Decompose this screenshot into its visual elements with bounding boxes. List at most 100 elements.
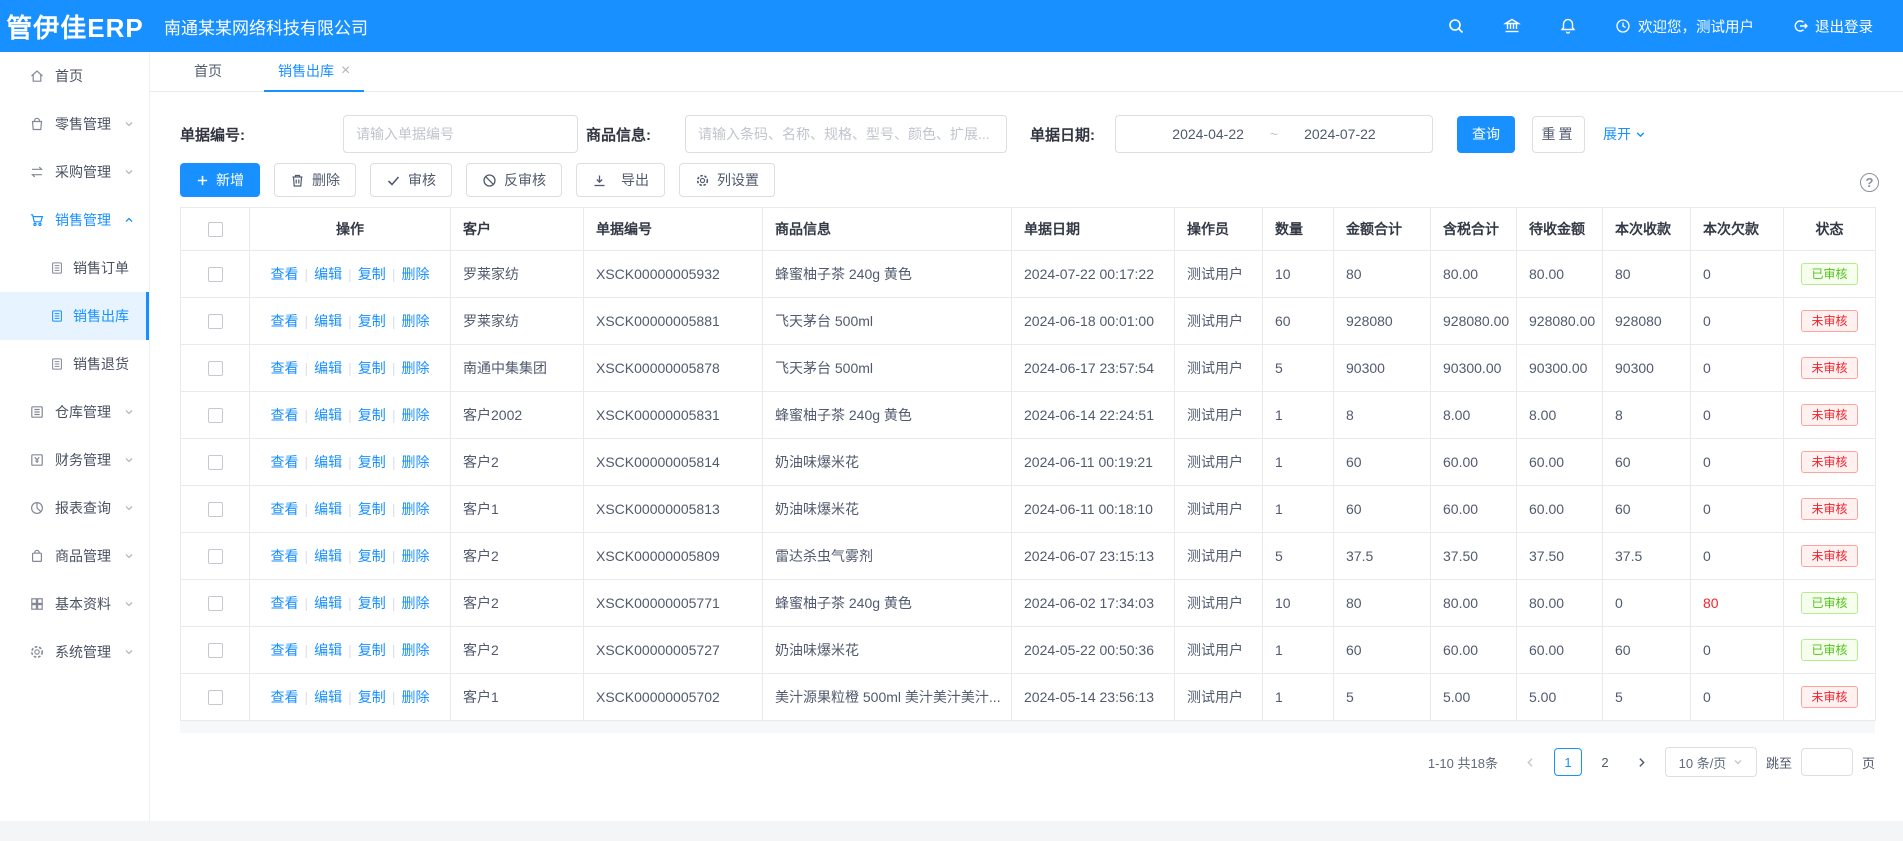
app-logo[interactable]: 管伊佳ERP — [0, 8, 150, 45]
page-1-button[interactable]: 1 — [1554, 748, 1582, 776]
view-link[interactable]: 查看 — [271, 360, 299, 376]
edit-link[interactable]: 编辑 — [314, 266, 342, 282]
sidebar-item-4[interactable]: 仓库管理 — [0, 388, 149, 436]
jump-input[interactable] — [1801, 748, 1853, 776]
view-link[interactable]: 查看 — [271, 689, 299, 705]
select-all-checkbox[interactable] — [208, 222, 223, 237]
goods-icon — [29, 548, 45, 564]
edit-link[interactable]: 编辑 — [314, 360, 342, 376]
tab-home[interactable]: 首页 — [194, 51, 222, 91]
sidebar-item-6[interactable]: 报表查询 — [0, 484, 149, 532]
search-icon[interactable] — [1447, 17, 1465, 35]
edit-link[interactable]: 编辑 — [314, 454, 342, 470]
delete-link[interactable]: 删除 — [401, 407, 429, 423]
horizontal-scrollbar[interactable] — [180, 721, 1875, 733]
logout-button[interactable]: 退出登录 — [1792, 16, 1873, 37]
delete-link[interactable]: 删除 — [401, 642, 429, 658]
view-link[interactable]: 查看 — [271, 642, 299, 658]
copy-link[interactable]: 复制 — [358, 642, 386, 658]
bill-no-input[interactable] — [343, 115, 578, 153]
edit-link[interactable]: 编辑 — [314, 548, 342, 564]
edit-link[interactable]: 编辑 — [314, 407, 342, 423]
main-content: 首页 销售出库 × 单据编号: 商品信息: 单据日期: 2024-04-22 ~… — [150, 52, 1903, 841]
cell-qty: 1 — [1263, 674, 1334, 721]
audit-button[interactable]: 审核 — [370, 163, 452, 197]
row-checkbox[interactable] — [208, 502, 223, 517]
prev-page-button[interactable] — [1517, 748, 1545, 776]
welcome-user[interactable]: 欢迎您，测试用户 — [1615, 16, 1754, 37]
view-link[interactable]: 查看 — [271, 266, 299, 282]
row-checkbox[interactable] — [208, 596, 223, 611]
edit-link[interactable]: 编辑 — [314, 689, 342, 705]
row-checkbox[interactable] — [208, 408, 223, 423]
copy-link[interactable]: 复制 — [358, 548, 386, 564]
date-range-picker[interactable]: 2024-04-22 ~ 2024-07-22 — [1115, 115, 1433, 153]
view-link[interactable]: 查看 — [271, 313, 299, 329]
delete-link[interactable]: 删除 — [401, 360, 429, 376]
delete-link[interactable]: 删除 — [401, 548, 429, 564]
copy-link[interactable]: 复制 — [358, 501, 386, 517]
reset-button[interactable]: 重置 — [1532, 116, 1585, 153]
edit-link[interactable]: 编辑 — [314, 595, 342, 611]
row-checkbox[interactable] — [208, 690, 223, 705]
edit-link[interactable]: 编辑 — [314, 313, 342, 329]
add-button[interactable]: 新增 — [180, 163, 260, 197]
row-checkbox[interactable] — [208, 643, 223, 658]
end-date[interactable]: 2024-07-22 — [1304, 126, 1376, 142]
delete-link[interactable]: 删除 — [401, 454, 429, 470]
column-settings-button[interactable]: 列设置 — [679, 163, 775, 197]
page-2-button[interactable]: 2 — [1591, 748, 1619, 776]
export-button[interactable]: 导出 — [576, 163, 665, 197]
sidebar-item-3[interactable]: 销售管理 — [0, 196, 149, 244]
copy-link[interactable]: 复制 — [358, 407, 386, 423]
next-page-button[interactable] — [1628, 748, 1656, 776]
view-link[interactable]: 查看 — [271, 407, 299, 423]
view-link[interactable]: 查看 — [271, 548, 299, 564]
view-link[interactable]: 查看 — [271, 454, 299, 470]
cell-date: 2024-06-11 00:18:10 — [1012, 486, 1175, 533]
row-checkbox[interactable] — [208, 549, 223, 564]
delete-link[interactable]: 删除 — [401, 501, 429, 517]
sidebar-item-8[interactable]: 基本资料 — [0, 580, 149, 628]
sidebar-subitem-1[interactable]: 销售出库 — [0, 292, 149, 340]
product-info-input[interactable] — [685, 115, 1007, 153]
bell-icon[interactable] — [1559, 17, 1577, 35]
sidebar-item-9[interactable]: 系统管理 — [0, 628, 149, 676]
sidebar-item-2[interactable]: 采购管理 — [0, 148, 149, 196]
row-checkbox[interactable] — [208, 361, 223, 376]
row-checkbox[interactable] — [208, 267, 223, 282]
delete-link[interactable]: 删除 — [401, 689, 429, 705]
sidebar-item-5[interactable]: 财务管理 — [0, 436, 149, 484]
delete-link[interactable]: 删除 — [401, 266, 429, 282]
edit-link[interactable]: 编辑 — [314, 642, 342, 658]
row-checkbox[interactable] — [208, 455, 223, 470]
tab-sales-outbound[interactable]: 销售出库 × — [278, 51, 350, 91]
copy-link[interactable]: 复制 — [358, 313, 386, 329]
search-button[interactable]: 查询 — [1457, 116, 1515, 153]
chevron-down-icon — [1635, 129, 1646, 140]
expand-link[interactable]: 展开 — [1603, 124, 1646, 144]
page-size-select[interactable]: 10 条/页 — [1665, 747, 1757, 777]
edit-link[interactable]: 编辑 — [314, 501, 342, 517]
copy-link[interactable]: 复制 — [358, 454, 386, 470]
sidebar-subitem-0[interactable]: 销售订单 — [0, 244, 149, 292]
help-icon[interactable]: ? — [1860, 173, 1879, 192]
delete-button[interactable]: 删除 — [274, 163, 356, 197]
view-link[interactable]: 查看 — [271, 501, 299, 517]
sidebar-item-0[interactable]: 首页 — [0, 52, 149, 100]
delete-link[interactable]: 删除 — [401, 595, 429, 611]
delete-link[interactable]: 删除 — [401, 313, 429, 329]
unaudit-button[interactable]: 反审核 — [466, 163, 562, 197]
view-link[interactable]: 查看 — [271, 595, 299, 611]
copy-link[interactable]: 复制 — [358, 595, 386, 611]
sidebar-item-7[interactable]: 商品管理 — [0, 532, 149, 580]
copy-link[interactable]: 复制 — [358, 689, 386, 705]
copy-link[interactable]: 复制 — [358, 360, 386, 376]
copy-link[interactable]: 复制 — [358, 266, 386, 282]
sidebar-subitem-2[interactable]: 销售退货 — [0, 340, 149, 388]
row-checkbox[interactable] — [208, 314, 223, 329]
bank-icon[interactable] — [1503, 17, 1521, 35]
sidebar-item-1[interactable]: 零售管理 — [0, 100, 149, 148]
close-icon[interactable]: × — [341, 63, 350, 79]
start-date[interactable]: 2024-04-22 — [1172, 126, 1244, 142]
